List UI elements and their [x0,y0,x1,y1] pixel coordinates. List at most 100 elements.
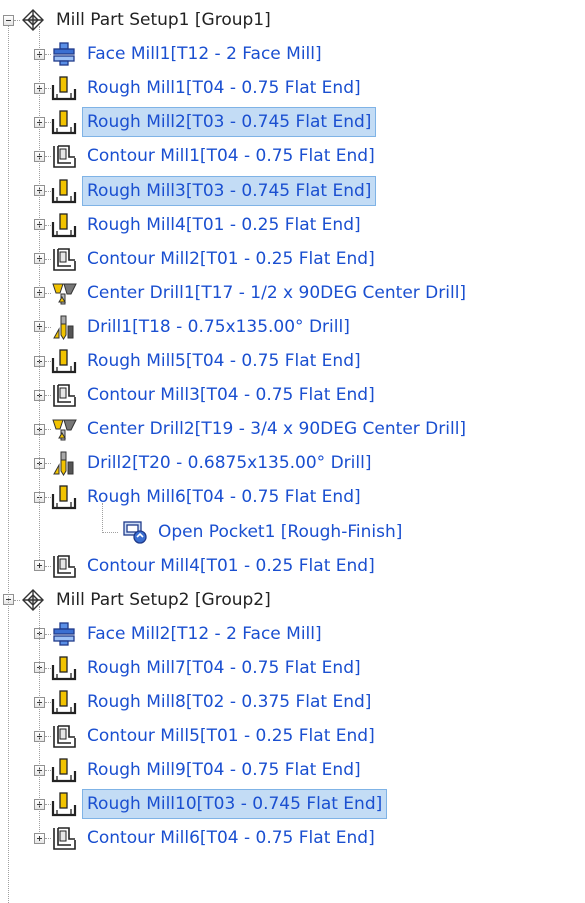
tree-operation-node[interactable]: Contour Mill6[T04 - 0.75 Flat End] [34,821,380,855]
tree-group-node[interactable]: Mill Part Setup2 [Group2] [3,583,276,617]
contour-mill-icon [51,382,77,408]
drill-icon [51,450,77,477]
mill-setup-icon [20,7,46,33]
tree-connector-vertical [39,605,40,833]
tree-connector-horizontal [45,292,51,294]
tree-operation-node[interactable]: Rough Mill1[T04 - 0.75 Flat End] [34,71,366,105]
drill-icon [51,314,77,340]
rough-mill-icon [51,757,77,783]
tree-operation-node[interactable]: Drill1[T18 - 0.75x135.00° Drill] [34,310,355,344]
tree-node-label[interactable]: Rough Mill7[T04 - 0.75 Flat End] [82,653,366,683]
tree-operation-node[interactable]: Drill2[T20 - 0.6875x135.00° Drill] [34,446,376,480]
tree-connector-horizontal [14,599,20,601]
contour-mill-icon [51,825,77,851]
tree-operation-node[interactable]: Rough Mill4[T01 - 0.25 Flat End] [34,208,366,242]
tree-operation-node[interactable]: Contour Mill5[T01 - 0.25 Flat End] [34,719,380,753]
tree-connector-horizontal [14,20,20,21]
tree-node-label[interactable]: Rough Mill10[T03 - 0.745 Flat End] [82,789,388,820]
collapse-toggle-icon[interactable] [3,14,14,26]
tree-node-label[interactable]: Mill Part Setup2 [Group2] [51,585,276,615]
contour-mill-icon [51,553,77,579]
tree-connector-horizontal [45,54,51,56]
tree-node-label[interactable]: Rough Mill4[T01 - 0.25 Flat End] [82,210,366,240]
tree-connector-horizontal [45,429,51,431]
tree-connector-horizontal [45,326,51,328]
tree-node-label[interactable]: Center Drill1[T17 - 1/2 x 90DEG Center D… [82,278,471,308]
tree-node-label[interactable]: Rough Mill2[T03 - 0.745 Flat End] [82,107,377,138]
tree-connector-horizontal [45,361,51,362]
tree-operation-node[interactable]: Face Mill1[T12 - 2 Face Mill] [34,37,327,71]
tree-node-label[interactable]: Open Pocket1 [Rough-Finish] [153,517,407,547]
tree-node-label[interactable]: Rough Mill3[T03 - 0.745 Flat End] [82,175,377,206]
tree-connector-horizontal [45,258,51,260]
tree-operation-node[interactable]: Rough Mill5[T04 - 0.75 Flat End] [34,344,366,378]
tree-node-label[interactable]: Contour Mill4[T01 - 0.25 Flat End] [82,551,380,581]
tree-operation-node[interactable]: Rough Mill9[T04 - 0.75 Flat End] [34,753,366,787]
tree-group-node[interactable]: Mill Part Setup1 [Group1] [3,3,276,37]
tree-operation-node[interactable]: Rough Mill6[T04 - 0.75 Flat End] [34,480,366,514]
tree-connector-horizontal [45,395,51,397]
tree-node-label[interactable]: Contour Mill3[T04 - 0.75 Flat End] [82,380,380,410]
rough-mill-icon [51,212,77,238]
tree-node-label[interactable]: Drill1[T18 - 0.75x135.00° Drill] [82,312,355,342]
rough-mill-icon [51,655,77,681]
tree-operation-node[interactable]: Center Drill1[T17 - 1/2 x 90DEG Center D… [34,276,471,310]
tree-operation-node[interactable]: Rough Mill8[T02 - 0.375 Flat End] [34,685,376,719]
tree-connector-horizontal [45,565,51,567]
center-drill-icon [51,280,77,306]
tree-connector-horizontal [45,224,51,226]
tree-node-label[interactable]: Drill2[T20 - 0.6875x135.00° Drill] [82,448,376,478]
tree-node-label[interactable]: Rough Mill5[T04 - 0.75 Flat End] [82,346,366,376]
contour-mill-icon [51,246,77,272]
tree-operation-node[interactable]: Rough Mill3[T03 - 0.745 Flat End] [34,174,377,208]
tree-connector-horizontal [45,804,51,806]
tree-node-label[interactable]: Center Drill2[T19 - 3/4 x 90DEG Center D… [82,414,471,444]
rough-mill-icon [51,75,77,101]
tree-node-label[interactable]: Contour Mill5[T01 - 0.25 Flat End] [82,721,380,751]
tree-operation-node[interactable]: Contour Mill3[T04 - 0.75 Flat End] [34,378,380,412]
expand-toggle-icon[interactable] [34,560,45,572]
tree-connector-vertical [102,503,103,532]
tree-node-label[interactable]: Rough Mill6[T04 - 0.75 Flat End] [82,482,366,512]
face-mill-icon [51,41,77,67]
tree-connector-horizontal [45,838,51,840]
tree-feature-node[interactable]: Open Pocket1 [Rough-Finish] [122,515,407,549]
tree-connector-horizontal [102,531,118,533]
tree-operation-node[interactable]: Rough Mill10[T03 - 0.745 Flat End] [34,787,388,821]
contour-mill-icon [51,723,77,749]
contour-mill-icon [51,143,77,169]
tree-connector-horizontal [45,633,51,635]
tree-connector-vertical [8,26,9,903]
tree-connector-horizontal [45,122,51,124]
tree-connector-horizontal [45,736,51,738]
tree-node-label[interactable]: Face Mill1[T12 - 2 Face Mill] [82,39,327,69]
mill-setup-icon [20,587,46,613]
tree-node-label[interactable]: Mill Part Setup1 [Group1] [51,5,276,35]
tree-connector-horizontal [45,497,51,499]
rough-mill-icon [51,178,77,204]
tree-operation-node[interactable]: Contour Mill4[T01 - 0.25 Flat End] [34,549,380,583]
tree-node-label[interactable]: Rough Mill8[T02 - 0.375 Flat End] [82,687,376,717]
tree-operation-node[interactable]: Center Drill2[T19 - 3/4 x 90DEG Center D… [34,412,471,446]
tree-node-label[interactable]: Contour Mill1[T04 - 0.75 Flat End] [82,141,380,171]
tree-connector-horizontal [45,190,51,192]
rough-mill-icon [51,348,77,374]
tree-operation-node[interactable]: Rough Mill7[T04 - 0.75 Flat End] [34,651,366,685]
tree-operation-node[interactable]: Contour Mill1[T04 - 0.75 Flat End] [34,139,380,173]
tree-connector-horizontal [45,667,51,669]
rough-mill-icon [51,484,77,510]
expand-toggle-icon[interactable] [34,832,45,844]
tree-node-label[interactable]: Contour Mill2[T01 - 0.25 Flat End] [82,244,380,274]
tree-node-label[interactable]: Face Mill2[T12 - 2 Face Mill] [82,619,327,649]
tree-node-label[interactable]: Rough Mill1[T04 - 0.75 Flat End] [82,73,366,103]
tree-node-label[interactable]: Rough Mill9[T04 - 0.75 Flat End] [82,755,366,785]
tree-operation-node[interactable]: Rough Mill2[T03 - 0.745 Flat End] [34,105,377,139]
tree-connector-horizontal [45,463,51,465]
tree-connector-vertical [39,26,40,560]
center-drill-icon [51,416,77,442]
tree-operation-node[interactable]: Contour Mill2[T01 - 0.25 Flat End] [34,242,380,276]
rough-mill-icon [51,689,77,715]
tree-operation-node[interactable]: Face Mill2[T12 - 2 Face Mill] [34,617,327,651]
tree-node-label[interactable]: Contour Mill6[T04 - 0.75 Flat End] [82,823,380,853]
tree-connector-horizontal [45,156,51,158]
